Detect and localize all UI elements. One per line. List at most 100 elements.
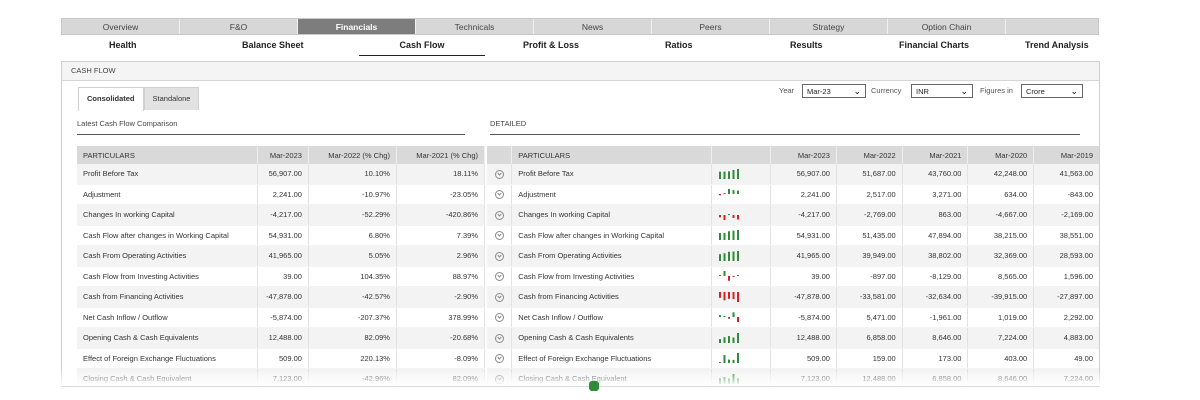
chevron-down-circle-icon[interactable] [494, 251, 504, 261]
chevron-down-circle-icon[interactable] [494, 231, 504, 240]
chevron-down-circle-icon[interactable] [494, 210, 504, 220]
expand-toggle[interactable] [487, 184, 513, 205]
subtab-results[interactable]: Results [790, 40, 823, 50]
chevron-down-circle-icon[interactable] [494, 190, 504, 199]
tab-overview[interactable]: Overview [62, 19, 180, 34]
table-row: Cash Flow after changes in Working Capit… [77, 225, 486, 246]
trend-bar [718, 338, 721, 343]
cell-value: -5,874.00 [770, 307, 837, 328]
cell-value: 1,019.00 [967, 307, 1035, 328]
subtab-health[interactable]: Health [109, 40, 137, 50]
cell-value: 18.11% [396, 164, 486, 185]
col-mar-2021: Mar-2021 [902, 146, 969, 164]
tab-strategy[interactable]: Strategy [770, 19, 888, 34]
cell-value: 39.00 [770, 266, 837, 287]
col-toggle [487, 146, 513, 164]
trend-bar [727, 213, 730, 215]
tab-technicals[interactable]: Technicals [416, 19, 534, 34]
trend-bar [736, 353, 739, 364]
tab-empty [1006, 19, 1098, 34]
cell-value: 41,563.00 [1033, 164, 1099, 185]
cell-value: -23.05% [396, 184, 486, 205]
sub-tab-bar: Health Balance Sheet Cash Flow Profit & … [61, 36, 1101, 58]
tab-standalone[interactable]: Standalone [143, 87, 200, 110]
chevron-down-circle-icon[interactable] [494, 354, 504, 363]
subtab-balance-sheet[interactable]: Balance Sheet [242, 40, 304, 50]
col-mar-2023: Mar-2023 [257, 146, 309, 164]
cell-value: 3,271.00 [902, 184, 969, 205]
scroll-handle[interactable] [589, 381, 599, 391]
cell-value: 12,488.00 [770, 327, 837, 349]
cell-value: 28,593.00 [1033, 245, 1099, 267]
cell-value: -27,897.00 [1033, 286, 1099, 308]
cell-value: 43,760.00 [902, 164, 969, 185]
trend-bar [727, 291, 730, 299]
row-label: Opening Cash & Cash Equivalents [511, 327, 712, 349]
tab-peers[interactable]: Peers [652, 19, 770, 34]
trend-bar [723, 271, 726, 277]
expand-toggle[interactable] [487, 348, 513, 369]
trend-bars-icon [718, 353, 739, 364]
table-row: Cash Flow from Investing Activities 39.00… [487, 266, 1099, 287]
chevron-down-icon: ⌄ [853, 86, 861, 96]
expand-toggle[interactable] [487, 164, 513, 185]
trend-bar [723, 233, 726, 241]
subtab-trend-analysis[interactable]: Trend Analysis [1025, 40, 1089, 50]
chevron-down-circle-icon[interactable] [494, 333, 504, 343]
col-trend [711, 146, 772, 164]
tab-option-chain[interactable]: Option Chain [888, 19, 1006, 34]
expand-toggle[interactable] [487, 245, 513, 267]
figures-select[interactable]: Crore ⌄ [1021, 84, 1083, 98]
cell-value: -420.86% [396, 204, 486, 226]
trend-bar [732, 312, 735, 318]
table-row: Profit Before Tax 56,907.00 10.10% 18.11% [77, 164, 486, 185]
trend-bar [723, 316, 726, 318]
chevron-down-circle-icon[interactable] [494, 313, 504, 322]
view-tabs: Consolidated Standalone [78, 87, 200, 111]
trend-sparkline [711, 286, 772, 308]
expand-toggle[interactable] [487, 307, 513, 328]
cell-value: 54,931.00 [257, 225, 309, 246]
cell-value: -20.68% [396, 327, 486, 349]
cell-value: 41,965.00 [770, 245, 837, 267]
trend-bar [718, 171, 721, 179]
cell-value: 39,949.00 [836, 245, 903, 267]
subtab-ratios[interactable]: Ratios [665, 40, 693, 50]
subtab-profit-loss[interactable]: Profit & Loss [523, 40, 579, 50]
cell-value: 2,292.00 [1033, 307, 1099, 328]
expand-toggle[interactable] [487, 327, 513, 349]
trend-bars-icon [718, 168, 739, 179]
year-select[interactable]: Mar-23 ⌄ [802, 84, 866, 98]
detailed-table: PARTICULARS Mar-2023 Mar-2022 Mar-2021 M… [487, 146, 1099, 385]
chevron-down-circle-icon[interactable] [494, 272, 504, 281]
bottom-divider [61, 386, 1100, 387]
cell-value: 56,907.00 [257, 164, 309, 185]
tab-consolidated[interactable]: Consolidated [78, 87, 144, 111]
table-row: Profit Before Tax 56,907.00 51,687.00 43,76… [487, 164, 1099, 185]
comparison-divider [77, 134, 465, 135]
expand-toggle[interactable] [487, 204, 513, 226]
row-label: Cash Flow from Investing Activities [511, 266, 712, 287]
currency-select[interactable]: INR ⌄ [911, 84, 973, 98]
cell-value: 41,965.00 [257, 245, 309, 267]
expand-toggle[interactable] [487, 266, 513, 287]
tab-news[interactable]: News [534, 19, 652, 34]
subtab-financial-charts[interactable]: Financial Charts [899, 40, 969, 50]
cell-value: 51,435.00 [836, 225, 903, 246]
expand-toggle[interactable] [487, 225, 513, 246]
cell-value: -39,915.00 [967, 286, 1035, 308]
chevron-down-circle-icon[interactable] [494, 292, 504, 302]
trend-bars-icon [718, 189, 739, 196]
trend-bar [736, 291, 739, 302]
trend-bar [718, 315, 721, 318]
cell-value: 2.96% [396, 245, 486, 267]
cell-value: 509.00 [770, 348, 837, 369]
expand-toggle[interactable] [487, 286, 513, 308]
tab-financials[interactable]: Financials [298, 19, 416, 34]
chevron-down-circle-icon[interactable] [494, 169, 504, 179]
cell-value: 38,802.00 [902, 245, 969, 267]
subtab-cash-flow[interactable]: Cash Flow [359, 40, 485, 56]
cell-value: 220.13% [308, 348, 397, 369]
tab-fno[interactable]: F&O [180, 19, 298, 34]
trend-bar [723, 214, 726, 220]
